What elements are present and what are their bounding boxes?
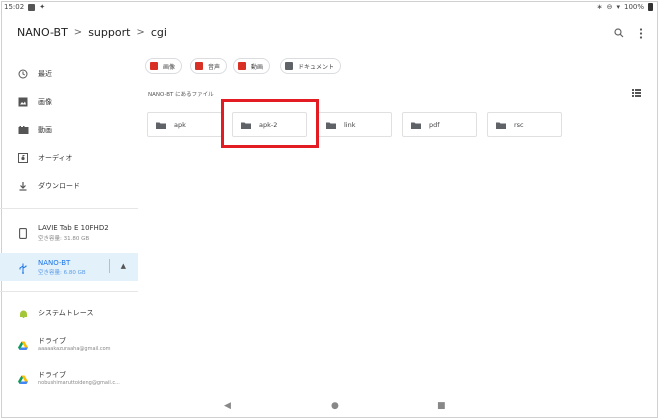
bluetooth-icon: ∗ xyxy=(596,3,603,11)
battery-percent: 100% xyxy=(623,3,644,11)
sidebar-item-videos[interactable]: 動画 xyxy=(0,118,138,142)
breadcrumb-item-root[interactable]: NANO-BT xyxy=(17,26,68,39)
chip-label: ドキュメント xyxy=(298,63,335,71)
device-name: NANO-BT xyxy=(38,259,71,267)
image-icon xyxy=(150,62,158,70)
notification-icon-2: ✦ xyxy=(39,3,46,11)
sidebar-item-downloads[interactable]: ダウンロード xyxy=(0,174,138,198)
folder-item-rsc[interactable]: rsc xyxy=(487,112,562,137)
sidebar-item-device-tablet[interactable]: LAVIE Tab E 10FHD2 空き容量: 31.80 GB xyxy=(0,219,138,245)
audio-icon xyxy=(17,152,29,164)
audio-icon xyxy=(195,62,203,70)
drive-account: aaaaakazuraaha@gmail.com xyxy=(38,346,111,352)
usb-icon xyxy=(17,262,29,274)
drive-icon xyxy=(17,339,29,351)
breadcrumb-separator: > xyxy=(136,27,145,38)
video-icon xyxy=(17,124,29,136)
recents-icon[interactable]: ■ xyxy=(437,401,446,411)
sidebar-divider xyxy=(0,208,138,209)
highlight-annotation-box xyxy=(221,99,319,148)
document-icon xyxy=(285,62,293,70)
sidebar-divider xyxy=(0,291,138,292)
folder-name: pdf xyxy=(429,121,440,129)
section-title: NANO-BT にあるファイル xyxy=(148,92,214,98)
sidebar-item-label: 最近 xyxy=(38,70,52,78)
wifi-icon: ▾ xyxy=(616,3,620,11)
eject-separator xyxy=(109,259,110,273)
image-icon xyxy=(17,96,29,108)
chip-label: 音声 xyxy=(208,63,221,71)
device-name: LAVIE Tab E 10FHD2 xyxy=(38,224,109,232)
sidebar-item-images[interactable]: 画像 xyxy=(0,90,138,114)
search-icon[interactable] xyxy=(614,28,624,41)
sidebar-item-label: 画像 xyxy=(38,98,52,106)
drive-account: nobushimaruttoideng@gmail.c... xyxy=(38,380,120,386)
device-free-space: 空き容量: 31.80 GB xyxy=(38,236,90,242)
chip-videos[interactable]: 動画 xyxy=(233,58,271,74)
video-icon xyxy=(238,62,246,70)
app-bar: NANO-BT > support > cgi xyxy=(0,18,655,48)
chip-images[interactable]: 画像 xyxy=(145,58,183,74)
breadcrumb-item-cgi[interactable]: cgi xyxy=(151,26,167,39)
folder-item-apk[interactable]: apk xyxy=(147,112,222,137)
chip-documents[interactable]: ドキュメント xyxy=(280,58,342,74)
chip-audio[interactable]: 音声 xyxy=(190,58,228,74)
folder-name: link xyxy=(344,121,356,129)
breadcrumb-separator: > xyxy=(73,27,83,38)
sidebar-item-label: 動画 xyxy=(38,126,52,134)
breadcrumb-item-support[interactable]: support xyxy=(88,26,130,39)
notification-icon xyxy=(28,3,36,11)
folder-item-pdf[interactable]: pdf xyxy=(402,112,477,137)
navigation-drawer: 最近 画像 動画 オーディオ ダウンロード LAVIE Tab E 10FHD2… xyxy=(0,55,138,395)
folder-icon xyxy=(496,122,506,129)
drive-icon xyxy=(17,373,29,385)
download-icon xyxy=(17,180,29,192)
system-navigation-bar: ◀ ● ■ xyxy=(0,398,655,416)
eject-icon[interactable]: ▲ xyxy=(121,262,126,270)
battery-icon xyxy=(648,3,653,11)
more-options-icon[interactable] xyxy=(639,28,643,42)
sidebar-item-drive-1[interactable]: ドライブ aaaaakazuraaha@gmail.com xyxy=(0,331,138,359)
sidebar-item-recent[interactable]: 最近 xyxy=(0,62,138,86)
folder-item-link[interactable]: link xyxy=(317,112,392,137)
tablet-icon xyxy=(17,227,29,239)
clock-icon xyxy=(17,68,29,80)
folder-icon xyxy=(156,122,166,129)
folder-name: rsc xyxy=(514,121,524,129)
sidebar-item-system-trace[interactable]: システムトレース xyxy=(0,301,138,325)
list-view-icon[interactable] xyxy=(632,89,641,100)
back-icon[interactable]: ◀ xyxy=(224,401,231,411)
folder-icon xyxy=(326,122,336,129)
status-time: 15:02 xyxy=(4,3,25,11)
sidebar-item-drive-2[interactable]: ドライブ nobushimaruttoideng@gmail.c... xyxy=(0,365,138,393)
sidebar-item-device-nano-bt[interactable]: NANO-BT 空き容量: 6.80 GB ▲ xyxy=(0,253,138,281)
folder-icon xyxy=(411,122,421,129)
sidebar-item-label: システムトレース xyxy=(38,309,94,317)
device-free-space: 空き容量: 6.80 GB xyxy=(38,270,86,276)
chip-label: 動画 xyxy=(251,63,264,71)
drive-label: ドライブ xyxy=(38,337,66,345)
sidebar-item-audio[interactable]: オーディオ xyxy=(0,146,138,170)
drive-label: ドライブ xyxy=(38,371,66,379)
breadcrumb: NANO-BT > support > cgi xyxy=(17,26,167,39)
chip-label: 画像 xyxy=(163,63,176,71)
folder-name: apk xyxy=(174,121,186,129)
home-icon[interactable]: ● xyxy=(331,401,339,411)
rotate-icon: ⊖ xyxy=(606,3,613,11)
sidebar-item-label: オーディオ xyxy=(38,154,73,162)
sidebar-item-label: ダウンロード xyxy=(38,182,80,190)
android-icon xyxy=(17,307,29,319)
status-bar: 15:02 ✦ ∗ ⊖ ▾ 100% xyxy=(4,3,653,15)
